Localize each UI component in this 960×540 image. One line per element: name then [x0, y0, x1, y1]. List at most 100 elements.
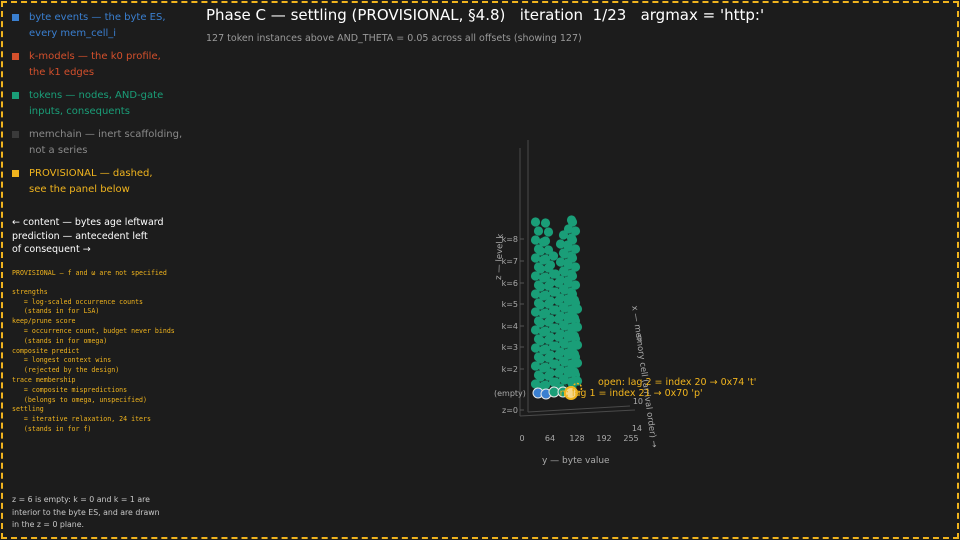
y-tick-label: 128 [569, 434, 584, 443]
token-point [530, 217, 541, 227]
token-series [530, 215, 583, 393]
z-tick-label: k=4 [502, 322, 518, 331]
token-point [535, 300, 546, 310]
token-point [545, 332, 556, 342]
empty-level-label: (empty) [494, 389, 526, 398]
reading-line: of consequent → [12, 244, 91, 255]
token-point [535, 372, 546, 382]
token-point [572, 358, 583, 368]
token-point [535, 246, 546, 256]
z-axis-ticks: z=0k=2k=3k=4k=5k=6k=7k=8 [502, 235, 524, 415]
token-point [572, 340, 583, 350]
legend-label: see the panel below [29, 184, 130, 195]
z-tick-label: k=6 [502, 279, 518, 288]
k-models-swatch [12, 53, 19, 60]
legend-item-k-models: k-models — the k0 profile, the k1 edges [12, 49, 187, 81]
note-line: in the z = 0 plane. [12, 520, 84, 529]
page-subtitle: 127 token instances above AND_THETA = 0.… [206, 33, 582, 44]
legend-label: inputs, consequents [29, 106, 130, 117]
annotations-layer: open: lag 2 = index 20 → 0x74 't' open: … [560, 377, 756, 399]
token-point [545, 314, 556, 324]
panel-line: strengths [12, 287, 48, 296]
token-point [569, 331, 580, 341]
token-point [569, 349, 580, 359]
page-title: Phase C — settling (PROVISIONAL, §4.8) i… [206, 6, 765, 24]
annotation-lag-2: open: lag 2 = index 20 → 0x74 't' [598, 377, 756, 388]
token-point [545, 260, 556, 270]
legend-item-memchain: memchain — inert scaffolding, not a seri… [12, 127, 187, 159]
panel-line: (stands in for f) [12, 424, 92, 433]
tokens-swatch [12, 92, 19, 99]
panel-line: = iterative relaxation, 24 iters [12, 415, 151, 424]
token-point [567, 217, 578, 227]
y-axis-ticks: 0 64 128 192 255 [519, 434, 638, 443]
legend-label: k-models — the k0 profile, [29, 51, 161, 62]
panel-line: = log-scaled occurrence counts [12, 297, 144, 306]
token-point [540, 380, 551, 390]
legend-item-tokens: tokens — nodes, AND-gate inputs, consequ… [12, 88, 187, 120]
token-point [545, 368, 556, 378]
token-point [530, 235, 541, 245]
panel-line: = longest context wins [12, 356, 112, 365]
legend-label: tokens — nodes, AND-gate [29, 90, 164, 101]
provisional-swatch [12, 170, 19, 177]
panel-line: (belongs to omega, unspecified) [12, 395, 147, 404]
legend-item-provisional: PROVISIONAL — dashed, see the panel belo… [12, 166, 187, 198]
legend-item-byte-events: byte events — the byte ES, every mem_cel… [12, 10, 187, 42]
legend-label: memchain — inert scaffolding, [29, 129, 183, 140]
panel-line: settling [12, 405, 44, 414]
panel-line: keep/prune score [12, 317, 76, 326]
panel-line: (stands in for LSA) [12, 307, 100, 316]
y-axis-label: y — byte value [542, 456, 610, 466]
legend: byte events — the byte ES, every mem_cel… [12, 10, 187, 205]
z-tick-label: k=3 [502, 343, 518, 352]
legend-label: not a series [29, 145, 88, 156]
legend-label: PROVISIONAL — dashed, [29, 168, 153, 179]
legend-label: byte events — the byte ES, [29, 12, 166, 23]
x-tick-label: 14 [632, 424, 642, 433]
z-tick-label: k=2 [502, 365, 518, 374]
token-point [569, 313, 580, 323]
token-point [572, 322, 583, 332]
panel-line: = composite mispredictions [12, 385, 128, 394]
token-point [545, 296, 556, 306]
token-point [570, 280, 581, 290]
panel-line: = occurrence count, budget never binds [12, 326, 175, 335]
reading-line: prediction — antecedent left [12, 230, 148, 242]
token-point [567, 271, 578, 281]
token-point [545, 278, 556, 288]
annotation-lag-1: open: lag 1 = index 21 → 0x70 'p' [560, 388, 703, 399]
y-tick-label: 192 [596, 434, 611, 443]
token-point [540, 218, 551, 228]
empty-level-note: z = 6 is empty: k = 0 and k = 1 are inte… [12, 494, 177, 532]
reading-direction: ← content — bytes age leftward predictio… [12, 216, 187, 257]
token-point [535, 354, 546, 364]
token-point [572, 304, 583, 314]
token-point [567, 235, 578, 245]
token-point [548, 251, 559, 261]
panel-line: (stands in for omega) [12, 336, 108, 345]
note-line: z = 6 is empty: k = 0 and k = 1 are [12, 495, 150, 504]
memchain-swatch [12, 131, 19, 138]
byte-events-swatch [12, 14, 19, 21]
z-axis-label: z — level k [494, 234, 506, 281]
token-point [540, 236, 551, 246]
token-point [535, 282, 546, 292]
panel-line: (rejected by the design) [12, 366, 120, 375]
note-line: interior to the byte ES, and are drawn [12, 507, 160, 517]
token-point [543, 227, 554, 237]
token-point [545, 350, 556, 360]
legend-label: every mem_cell_i [29, 28, 117, 39]
token-point [570, 244, 581, 254]
y-tick-label: 255 [623, 434, 638, 443]
token-point [567, 253, 578, 263]
token-point [570, 262, 581, 272]
panel-line: trace membership [12, 375, 76, 384]
scatter-plot-3d[interactable]: z=0k=2k=3k=4k=5k=6k=7k=8 0 64 128 192 255 01… [480, 130, 680, 490]
legend-label: the k1 edges [29, 67, 95, 78]
token-point [535, 336, 546, 346]
token-point [533, 226, 544, 236]
y-tick-label: 64 [545, 434, 555, 443]
reading-line: ← content — bytes age leftward [12, 217, 164, 228]
panel-line: composite predict [12, 346, 80, 355]
